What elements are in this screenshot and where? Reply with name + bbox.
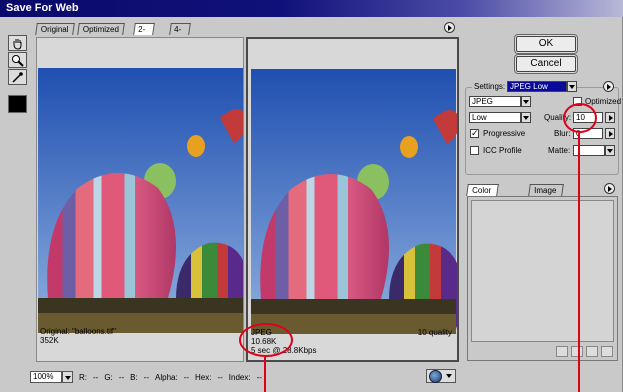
quality-level-dropdown-icon[interactable] bbox=[521, 112, 531, 123]
r-value: -- bbox=[93, 372, 99, 382]
zoom-select[interactable]: 100% bbox=[30, 371, 73, 383]
annotation-ellipse-quality bbox=[563, 103, 597, 133]
optimized-label: Optimized bbox=[585, 97, 622, 106]
settings-menu-icon[interactable] bbox=[603, 81, 614, 92]
color-table-panel bbox=[467, 196, 618, 361]
index-label: Index: bbox=[228, 372, 251, 382]
lock-color-icon[interactable] bbox=[571, 346, 583, 357]
settings-preset-dropdown-icon[interactable] bbox=[567, 81, 577, 92]
new-color-icon[interactable] bbox=[586, 346, 598, 357]
eyedropper-tool-icon[interactable] bbox=[8, 69, 27, 85]
tab-2-up[interactable]: 2-Up bbox=[133, 23, 156, 45]
tool-palette bbox=[8, 35, 28, 113]
color-table-area bbox=[471, 200, 614, 342]
hex-label: Hex: bbox=[195, 372, 212, 382]
g-label: G: bbox=[104, 372, 113, 382]
original-filename: Original: "balloons.tif" bbox=[40, 327, 116, 336]
ok-button[interactable]: OK bbox=[516, 36, 576, 52]
settings-preset-select[interactable]: JPEG Low bbox=[507, 81, 567, 92]
preview-in-browser-button[interactable] bbox=[426, 369, 456, 383]
icc-profile-label: ICC Profile bbox=[483, 146, 522, 155]
tab-image-size[interactable]: Image Size bbox=[528, 184, 565, 206]
matte-dropdown-icon[interactable] bbox=[605, 145, 615, 156]
matte-label: Matte: bbox=[548, 146, 571, 155]
progressive-checkbox[interactable]: ✓ bbox=[470, 129, 479, 138]
balloons-image-original bbox=[38, 68, 243, 333]
index-value: -- bbox=[256, 372, 262, 382]
quality-level-select[interactable]: Low bbox=[469, 112, 521, 123]
settings-label: Settings: bbox=[472, 82, 508, 91]
original-preview-pane: Original: "balloons.tif" 352K bbox=[36, 37, 244, 362]
g-value: -- bbox=[118, 372, 125, 382]
map-color-icon[interactable] bbox=[556, 346, 568, 357]
format-dropdown-icon[interactable] bbox=[521, 96, 531, 107]
annotation-ellipse-filesize bbox=[239, 323, 293, 357]
optimized-quality-note: 10 quality bbox=[417, 328, 452, 337]
icc-profile-checkbox[interactable] bbox=[470, 146, 479, 155]
format-select[interactable]: JPEG bbox=[469, 96, 521, 107]
annotation-line-quality bbox=[578, 133, 580, 392]
annotation-line-filesize bbox=[264, 357, 266, 392]
cancel-button[interactable]: Cancel bbox=[516, 56, 576, 72]
balloons-image-optimized bbox=[250, 69, 457, 334]
tab-original[interactable]: Original bbox=[35, 23, 75, 35]
zoom-dropdown-icon[interactable] bbox=[62, 371, 73, 383]
browser-globe-icon bbox=[429, 369, 442, 383]
tab-4-up[interactable]: 4-Up bbox=[169, 23, 192, 45]
eyedropper-color-swatch[interactable] bbox=[8, 95, 27, 113]
hex-value: -- bbox=[217, 372, 223, 382]
b-label: B: bbox=[130, 372, 138, 382]
color-table-footer bbox=[556, 346, 613, 357]
color-table-menu-icon[interactable] bbox=[604, 183, 615, 194]
tab-color-table[interactable]: Color Table bbox=[466, 184, 499, 206]
quality-slider-arrow-icon[interactable] bbox=[605, 112, 615, 123]
zoom-level[interactable]: 100% bbox=[30, 371, 62, 383]
window-title: Save For Web bbox=[0, 0, 623, 17]
blur-slider-arrow-icon[interactable] bbox=[605, 128, 615, 139]
tab-optimized[interactable]: Optimized bbox=[77, 23, 125, 35]
hand-tool-icon[interactable] bbox=[8, 35, 27, 51]
progressive-label: Progressive bbox=[483, 129, 526, 138]
b-value: -- bbox=[143, 372, 149, 382]
browser-dropdown-icon[interactable] bbox=[444, 370, 455, 382]
blur-label: Blur: bbox=[554, 129, 571, 138]
r-label: R: bbox=[79, 372, 87, 382]
trash-icon[interactable] bbox=[601, 346, 613, 357]
original-info: Original: "balloons.tif" 352K bbox=[40, 327, 116, 345]
status-bar: 100% R: -- G: -- B: -- Alpha: -- Hex: --… bbox=[30, 370, 467, 384]
optimized-preview-pane[interactable]: JPEG 10.68K 5 sec @ 28.8Kbps 10 quality bbox=[246, 37, 459, 362]
zoom-tool-icon[interactable] bbox=[8, 52, 27, 68]
alpha-value: -- bbox=[183, 372, 190, 382]
alpha-label: Alpha: bbox=[155, 372, 178, 382]
save-for-web-dialog: Save For Web Original Optimized 2-Up 4-U… bbox=[0, 0, 623, 392]
preview-menu-icon[interactable] bbox=[444, 22, 455, 33]
original-filesize: 352K bbox=[40, 336, 59, 345]
